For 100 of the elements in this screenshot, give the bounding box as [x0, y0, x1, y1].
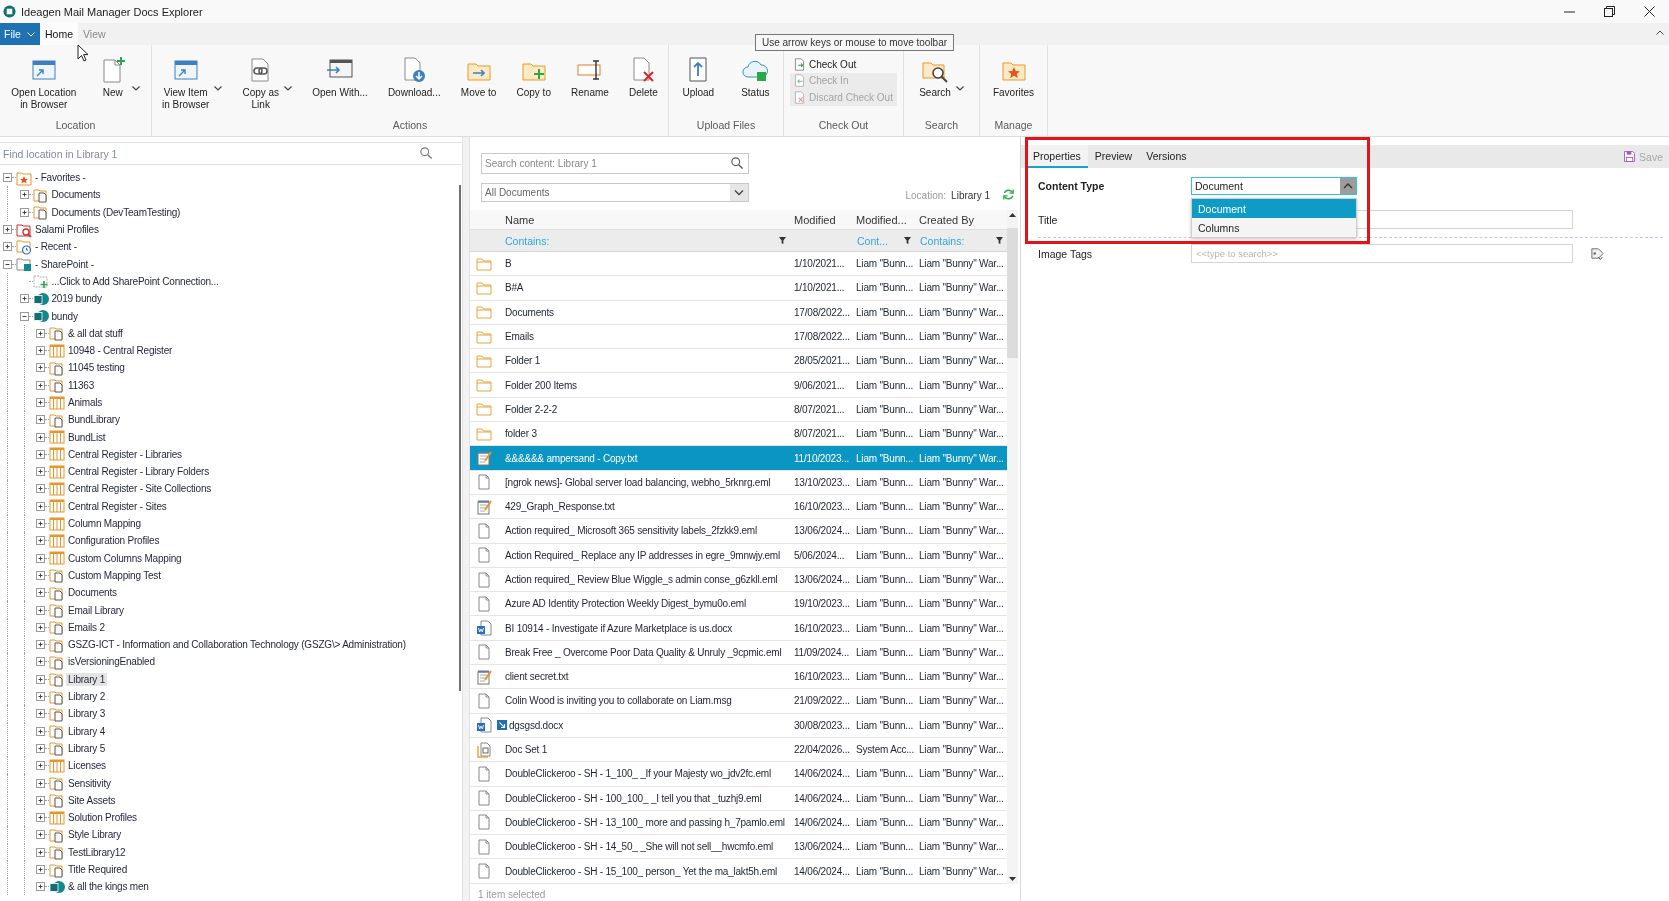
tree-item[interactable]: Site Assets [66, 793, 118, 807]
tree-item[interactable]: Column Mapping [66, 517, 143, 531]
expand-icon[interactable] [36, 415, 45, 425]
tree-item[interactable]: Library 1 [66, 672, 108, 686]
ribbon-button[interactable]: Delete [628, 56, 659, 99]
tree-item[interactable]: Licenses [66, 759, 108, 773]
table-row[interactable]: Emails 17/08/2022... Liam "Bunn... Liam "Bunny" War... [470, 324, 1007, 350]
ribbon-button[interactable]: Move to [459, 56, 498, 99]
tags-field[interactable]: <<type to search>> [1191, 244, 1573, 263]
expand-icon[interactable] [36, 865, 45, 874]
tree-item[interactable]: Library 4 [66, 724, 108, 738]
expand-icon[interactable] [36, 622, 45, 632]
ribbon-button[interactable]: Copy as Link [241, 56, 294, 111]
collapse-icon[interactable] [19, 311, 29, 321]
panel-tab[interactable]: Properties [1026, 145, 1088, 168]
view-dropdown[interactable]: All Documents [481, 183, 749, 202]
close-icon[interactable] [1643, 6, 1655, 17]
expand-icon[interactable] [36, 692, 45, 702]
tree-item[interactable]: Email Library [66, 603, 126, 617]
table-row[interactable]: Folder 2-2-2 8/07/2021... Liam "Bunn... Liam "Bunny" War... [470, 397, 1007, 423]
tree-item[interactable]: Style Library [66, 828, 123, 842]
expand-icon[interactable] [36, 726, 45, 736]
collapse-icon[interactable] [3, 259, 12, 269]
ribbon-button[interactable]: Favorites [991, 56, 1036, 99]
tree-item[interactable]: Configuration Profiles [66, 534, 162, 548]
expand-icon[interactable] [3, 225, 12, 235]
expand-icon[interactable] [36, 761, 45, 771]
expand-icon[interactable] [36, 484, 45, 494]
table-row[interactable]: B 1/10/2021... Liam "Bunn... Liam "Bunny" War... [470, 252, 1007, 277]
expand-icon[interactable] [36, 519, 45, 529]
ribbon-button[interactable]: Status [740, 56, 771, 99]
column-header[interactable]: Modified... [856, 213, 907, 226]
tree-item[interactable]: bundy [49, 309, 80, 323]
tree-item[interactable]: & all dat stuff [66, 326, 125, 340]
tree-item[interactable]: TestLibrary12 [66, 845, 128, 859]
expand-icon[interactable] [36, 795, 45, 805]
table-row[interactable]: Action required_ Review Blue Wiggle_s admin conse_g6zkll.eml 13/06/2024... Liam "Bunn... Liam "Bunny" War... [470, 567, 1007, 593]
table-row[interactable]: DoubleClickeroo - SH - 1_100_ _If your Majesty wo_jdv2fc.eml 14/06/2024... Liam "Bunn... Liam "Bunny" War... [470, 762, 1007, 787]
table-row[interactable]: Documents 17/08/2022... Liam "Bunn... Liam "Bunny" War... [470, 300, 1007, 325]
table-row[interactable]: DoubleClickeroo - SH - 15_100_ person_ Yet the ma_lakt5h.eml 14/06/2024... Liam "Bunn... Liam "Bunny" War... [470, 859, 1007, 884]
tree-item[interactable]: 2019 bundy [49, 292, 104, 306]
tree-item[interactable]: Library 3 [66, 707, 108, 721]
restore-icon[interactable] [1603, 6, 1615, 17]
table-row[interactable]: [ngrok news]- Global server load balancing, webho_5rknrg.eml 13/10/2023... Liam "Bunn... Liam "Bunny" War... [470, 470, 1007, 495]
scrollbar-thumb[interactable] [459, 185, 461, 691]
collapse-icon[interactable] [3, 173, 12, 183]
tree-item[interactable]: 10948 - Central Register [66, 344, 175, 358]
table-row[interactable]: Action required_ Microsoft 365 sensitivity labels_2fzkk9.eml 13/06/2024... Liam "Bunn... Liam "Bunny" War... [470, 519, 1007, 544]
expand-icon[interactable] [36, 778, 45, 788]
expand-icon[interactable] [36, 830, 45, 840]
column-header[interactable]: Modified [794, 213, 836, 226]
expand-icon[interactable] [36, 709, 45, 719]
ribbon-button[interactable]: Open Location in Browser [10, 56, 78, 111]
tree-item[interactable]: Solution Profiles [66, 811, 139, 825]
tree-item[interactable]: Custom Columns Mapping [66, 551, 184, 565]
expand-icon[interactable] [36, 467, 45, 477]
ribbon-button[interactable]: Check Out [790, 56, 897, 73]
panel-tab[interactable]: Preview [1087, 145, 1140, 168]
table-row[interactable]: Action Required_ Replace any IP addresses in egre_9mnwjy.eml 5/06/2024... Liam "Bunn... Liam "Bunny" War... [470, 543, 1007, 568]
expand-icon[interactable] [36, 398, 45, 407]
tree-item[interactable]: Central Register - Libraries [66, 447, 184, 461]
table-row[interactable]: DoubleClickeroo - SH - 100_100_ _I tell you that _tuzhj9.eml 14/06/2024... Liam "Bunn... Liam "Bunny" War... [470, 786, 1007, 811]
table-row[interactable]: 429_Graph_Response.txt 16/10/2023... Liam "Bunn... Liam "Bunny" War... [470, 494, 1007, 520]
table-row[interactable]: Folder 200 Items 9/06/2021... Liam "Bunn... Liam "Bunny" War... [470, 373, 1007, 398]
ribbon-button[interactable]: Open With... [311, 56, 369, 99]
tree-item[interactable]: Central Register - Sites [66, 499, 169, 513]
expand-icon[interactable] [36, 363, 45, 373]
expand-icon[interactable] [36, 605, 45, 615]
ribbon-button[interactable]: View Item in Browser [161, 56, 224, 111]
expand-icon[interactable] [36, 501, 45, 511]
expand-icon[interactable] [36, 570, 45, 580]
tree-item[interactable]: BundList [66, 430, 108, 444]
tree-item[interactable]: ...Click to Add SharePoint Connection... [49, 274, 221, 288]
expand-icon[interactable] [36, 674, 45, 684]
tree-item[interactable]: Salami Profiles [33, 223, 101, 237]
tree-item[interactable]: BundLibrary [66, 413, 122, 427]
tree-item[interactable]: - SharePoint - [33, 257, 96, 271]
ribbon-button[interactable]: Rename [570, 56, 610, 99]
expand-icon[interactable] [36, 813, 45, 823]
search-field[interactable]: Find location in Library 1 [0, 142, 462, 165]
file-menu-button[interactable]: File [0, 23, 40, 45]
expand-icon[interactable] [36, 380, 45, 390]
refresh-icon[interactable] [1002, 188, 1015, 201]
expand-icon[interactable] [19, 294, 29, 304]
chevron-up-icon[interactable] [1656, 30, 1664, 35]
ribbon-button[interactable]: Copy to [515, 56, 552, 99]
panel-tab[interactable]: Versions [1139, 145, 1194, 168]
table-row[interactable]: Colin Wood is inviting you to collaborate on Liam.msg 21/09/2022... Liam "Bunn... Liam "Bunny" War... [470, 689, 1007, 714]
tree-item[interactable]: Documents (DevTeamTesting) [49, 205, 183, 219]
scrollbar-thumb[interactable] [1007, 228, 1018, 358]
expand-icon[interactable] [36, 640, 45, 650]
table-row[interactable]: client secret.txt 16/10/2023... Liam "Bunn... Liam "Bunny" War... [470, 665, 1007, 690]
expand-icon[interactable] [19, 190, 29, 200]
tree-item[interactable]: & all the kings men [66, 880, 151, 894]
ribbon-button[interactable]: Search [918, 56, 965, 99]
ribbon-button[interactable]: Upload [681, 56, 716, 99]
tree-item[interactable]: 11363 [66, 378, 97, 392]
table-row[interactable]: Doc Set 1 22/04/2026... System Acc... Liam "Bunny" War... [470, 737, 1007, 763]
tree-item[interactable]: Animals [66, 396, 105, 409]
ribbon-button[interactable]: Download... [386, 56, 442, 99]
